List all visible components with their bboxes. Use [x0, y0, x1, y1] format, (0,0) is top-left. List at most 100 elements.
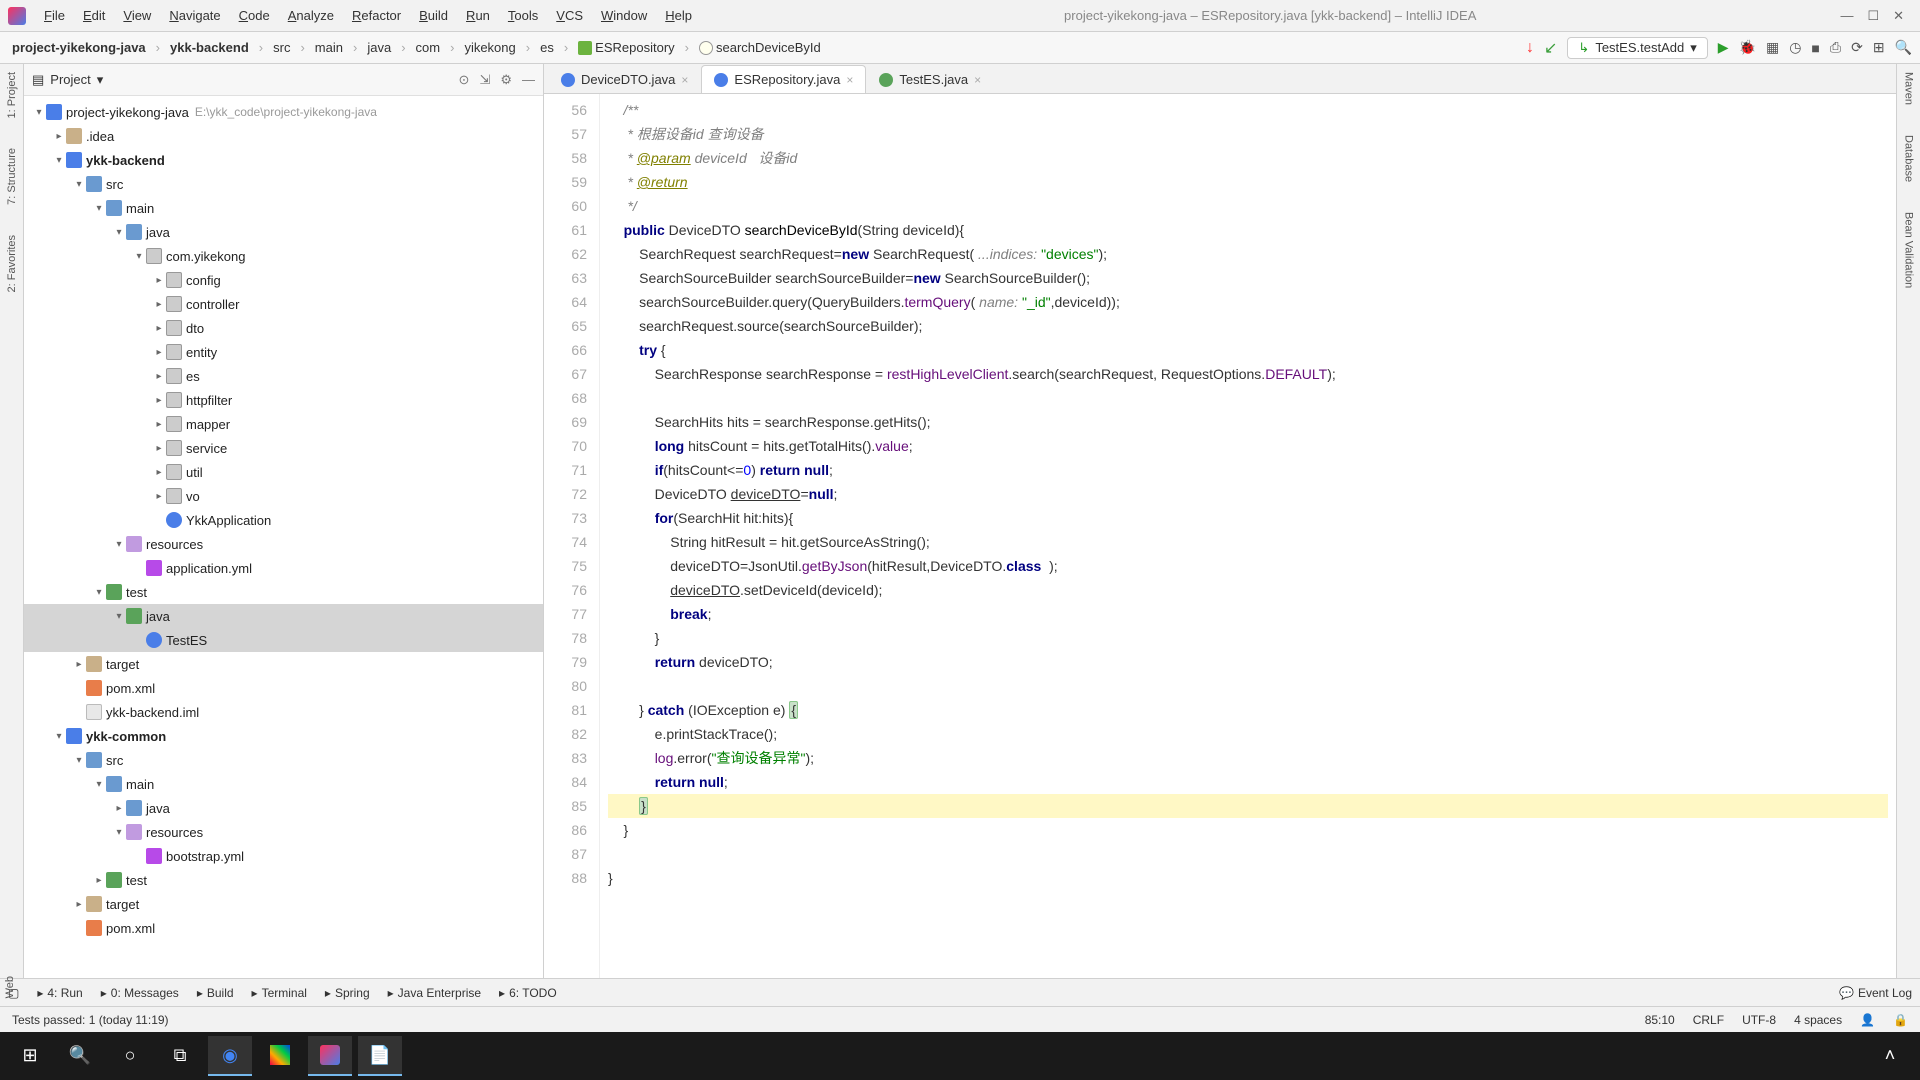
code-line[interactable]: searchSourceBuilder.query(QueryBuilders.… [608, 290, 1888, 314]
tree-node[interactable]: ▸mapper [24, 412, 543, 436]
tree-arrow-icon[interactable]: ▸ [152, 491, 166, 502]
editor-tab[interactable]: TestES.java× [866, 65, 994, 93]
tree-arrow-icon[interactable]: ▾ [32, 107, 46, 118]
breadcrumb-method[interactable]: searchDeviceById [695, 38, 825, 58]
vscode-icon[interactable] [258, 1036, 302, 1076]
code-line[interactable]: SearchRequest searchRequest=new SearchRe… [608, 242, 1888, 266]
code-line[interactable]: * 根据设备id 查询设备 [608, 122, 1888, 146]
tray-chevron-icon[interactable]: ˄ [1868, 1036, 1912, 1076]
code-line[interactable]: e.printStackTrace(); [608, 722, 1888, 746]
rail-favorites[interactable]: 2: Favorites [6, 235, 18, 292]
update-icon[interactable]: ↙ [1544, 38, 1557, 58]
stop-button[interactable]: ■ [1811, 40, 1819, 56]
bottom-tool-messages[interactable]: ▸0: Messages [101, 986, 179, 1000]
tree-node[interactable]: ▸java [24, 796, 543, 820]
menu-refactor[interactable]: Refactor [344, 4, 409, 27]
tree-arrow-icon[interactable]: ▸ [72, 899, 86, 910]
tree-arrow-icon[interactable]: ▾ [132, 251, 146, 262]
tree-node[interactable]: ▸target [24, 892, 543, 916]
code-line[interactable] [608, 674, 1888, 698]
tree-node[interactable]: ▾src [24, 748, 543, 772]
tree-node[interactable]: ▸vo [24, 484, 543, 508]
search-icon[interactable]: 🔍 [1895, 39, 1912, 56]
task-view-icon[interactable]: ⧉ [158, 1036, 202, 1076]
tree-node[interactable]: ▾ykk-common [24, 724, 543, 748]
code-line[interactable]: deviceDTO=JsonUtil.getByJson(hitResult,D… [608, 554, 1888, 578]
breadcrumb-item[interactable]: java [363, 38, 395, 57]
tree-arrow-icon[interactable]: ▾ [52, 731, 66, 742]
close-icon[interactable]: ✕ [1893, 8, 1904, 24]
tree-node[interactable]: ▸test [24, 868, 543, 892]
breadcrumb-item[interactable]: main [311, 38, 347, 57]
tree-node[interactable]: ▸pom.xml [24, 916, 543, 940]
debug-button[interactable]: 🐞 [1739, 39, 1756, 56]
tree-node[interactable]: ▾java [24, 604, 543, 628]
tree-arrow-icon[interactable]: ▸ [72, 659, 86, 670]
tree-node[interactable]: ▸service [24, 436, 543, 460]
code-line[interactable]: /** [608, 98, 1888, 122]
breadcrumb-file[interactable]: ESRepository [574, 38, 678, 58]
tree-node[interactable]: ▸application.yml [24, 556, 543, 580]
code-lines[interactable]: /** * 根据设备id 查询设备 * @param deviceId 设备id… [600, 94, 1896, 978]
code-line[interactable]: return deviceDTO; [608, 650, 1888, 674]
chevron-down-icon[interactable]: ▾ [97, 72, 104, 88]
tree-node[interactable]: ▾main [24, 772, 543, 796]
tree-node[interactable]: ▾resources [24, 532, 543, 556]
search-button[interactable]: 🔍 [58, 1036, 102, 1076]
hide-icon[interactable]: — [522, 72, 535, 88]
tree-arrow-icon[interactable]: ▸ [152, 323, 166, 334]
menu-help[interactable]: Help [657, 4, 700, 27]
editor-tab[interactable]: ESRepository.java× [701, 65, 866, 93]
gear-icon[interactable]: ⚙ [500, 72, 512, 88]
tree-arrow-icon[interactable]: ▾ [72, 179, 86, 190]
menu-view[interactable]: View [115, 4, 159, 27]
line-separator[interactable]: CRLF [1693, 1013, 1724, 1027]
tree-node[interactable]: ▾main [24, 196, 543, 220]
tree-arrow-icon[interactable]: ▾ [112, 539, 126, 550]
run-configuration-select[interactable]: ↳ TestES.testAdd ▾ [1567, 37, 1707, 59]
tree-node[interactable]: ▾java [24, 220, 543, 244]
locate-icon[interactable]: ⊙ [459, 72, 470, 88]
menu-tools[interactable]: Tools [500, 4, 546, 27]
code-line[interactable]: DeviceDTO deviceDTO=null; [608, 482, 1888, 506]
tree-node[interactable]: ▸es [24, 364, 543, 388]
tree-node[interactable]: ▸pom.xml [24, 676, 543, 700]
close-tab-icon[interactable]: × [974, 73, 981, 87]
code-line[interactable]: SearchSourceBuilder searchSourceBuilder=… [608, 266, 1888, 290]
breadcrumb-item[interactable]: ykk-backend [166, 38, 253, 57]
bottom-tool-terminal[interactable]: ▸Terminal [252, 986, 307, 1000]
code-line[interactable]: } [608, 626, 1888, 650]
tree-arrow-icon[interactable]: ▸ [112, 803, 126, 814]
code-line[interactable]: log.error("查询设备异常"); [608, 746, 1888, 770]
inspections-icon[interactable]: 👤 [1860, 1013, 1875, 1027]
attach-button[interactable]: ⎙ [1830, 39, 1841, 56]
notepad-icon[interactable]: 📄 [358, 1036, 402, 1076]
structure-icon[interactable]: ⊞ [1873, 39, 1885, 56]
tree-node[interactable]: ▸dto [24, 316, 543, 340]
tree-node[interactable]: ▸.idea [24, 124, 543, 148]
tree-arrow-icon[interactable]: ▸ [152, 467, 166, 478]
menu-navigate[interactable]: Navigate [161, 4, 228, 27]
tree-node[interactable]: ▸TestES [24, 628, 543, 652]
breadcrumb-item[interactable]: com [412, 38, 445, 57]
code-line[interactable]: deviceDTO.setDeviceId(deviceId); [608, 578, 1888, 602]
code-line[interactable]: SearchHits hits = searchResponse.getHits… [608, 410, 1888, 434]
bottom-tool-javaenterprise[interactable]: ▸Java Enterprise [388, 986, 481, 1000]
code-line[interactable]: } [608, 866, 1888, 890]
minimize-icon[interactable]: — [1840, 8, 1853, 24]
tree-arrow-icon[interactable]: ▸ [152, 395, 166, 406]
rail-project[interactable]: 1: Project [6, 72, 18, 118]
code-line[interactable]: break; [608, 602, 1888, 626]
menu-run[interactable]: Run [458, 4, 498, 27]
tree-node[interactable]: ▸YkkApplication [24, 508, 543, 532]
tree-node[interactable]: ▾com.yikekong [24, 244, 543, 268]
coverage-button[interactable]: ▦ [1766, 39, 1779, 56]
tree-arrow-icon[interactable]: ▸ [152, 371, 166, 382]
bottom-tool-run[interactable]: ▸4: Run [37, 986, 82, 1000]
rail-beanvalidation[interactable]: Bean Validation [1903, 212, 1915, 288]
maximize-icon[interactable]: ☐ [1867, 8, 1879, 24]
code-line[interactable]: */ [608, 194, 1888, 218]
tree-node[interactable]: ▸config [24, 268, 543, 292]
code-area[interactable]: 5657585960616263646566676869707172737475… [544, 94, 1896, 978]
menu-vcs[interactable]: VCS [548, 4, 591, 27]
